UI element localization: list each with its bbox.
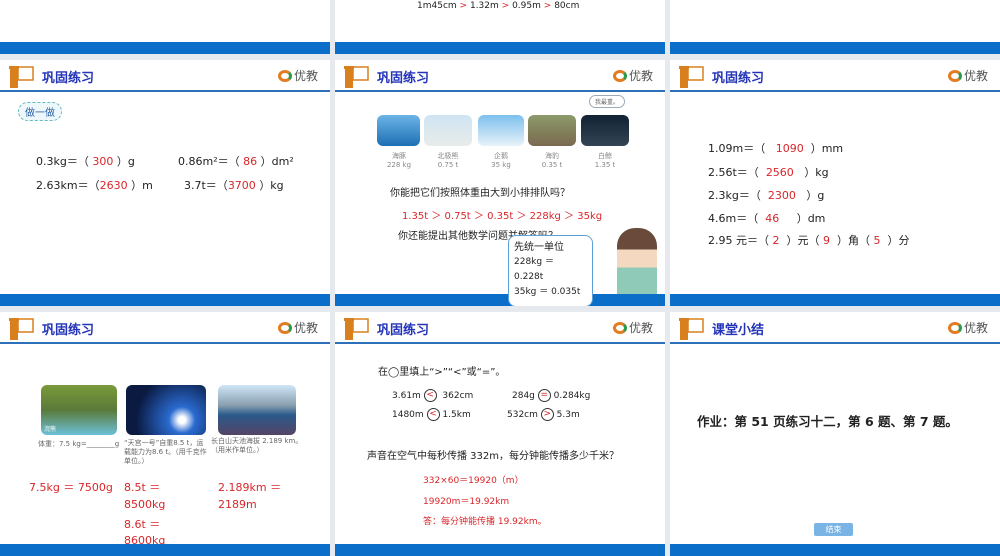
slide-bottom-bar (0, 42, 330, 54)
exercise-row: 2.56t＝（ 2560 ）kg (708, 166, 829, 179)
slide-bottom-bar (670, 294, 1000, 306)
comparison-line: 1m45cm > 1.32m > 0.95m > 80cm (417, 1, 580, 11)
slide-header: 巩固练习 优教 (335, 312, 665, 344)
teacher-logo-icon (679, 66, 704, 88)
spacecraft-image (126, 385, 206, 435)
polar-bear-image (424, 115, 472, 146)
brand-logo: 优教 (277, 319, 318, 336)
slide-bottom-bar (335, 544, 665, 556)
animal-caption: 北极熊 0.75 t (437, 152, 459, 169)
brand-logo: 优教 (277, 67, 318, 84)
raccoon-image: 浣熊 (41, 385, 117, 435)
brand-swirl-icon (612, 69, 627, 82)
teacher-logo-icon (9, 318, 34, 340)
slide-header: 巩固练习 优教 (335, 60, 665, 92)
slide-practice-4[interactable]: 巩固练习 优教 浣熊 体重：7.5 kg=________g “天宫一号”自重8… (0, 312, 330, 556)
slide-practice-5[interactable]: 巩固练习 优教 在◯里填上“>”“<”或“=”。 3.61m < 362cm 2… (335, 312, 665, 556)
answer-text: 8.6t ＝ (124, 518, 161, 531)
brand-swirl-icon (947, 321, 962, 334)
teacher-logo-icon (344, 318, 369, 340)
exercise-row: 0.86m²＝（ 86 ）dm² (178, 155, 294, 168)
compare-item: 3.61m < 362cm (392, 389, 474, 402)
dolphin-image (377, 115, 420, 146)
exercise-row-money: 2.95 元＝（ 2 ）元（ 9 ）角（ 5 ）分 (708, 234, 910, 247)
penguin-image (478, 115, 524, 146)
slide-bottom-bar (0, 294, 330, 306)
answer-text: 8.5t ＝ (124, 481, 161, 494)
slide-title: 课堂小结 (712, 323, 765, 338)
exercise-row: 2.3kg＝（ 2300 ）g (708, 189, 825, 202)
problem-text: 声音在空气中每秒传播 332m，每分钟能传播多少千米？ (367, 451, 620, 462)
slide-title: 巩固练习 (377, 323, 430, 338)
answer-text: 1.35t ＞ 0.75t ＞ 0.35t ＞ 228kg ＞ 35kg (402, 211, 603, 222)
slide-summary[interactable]: 课堂小结 优教 作业：第 51 页练习十二，第 6 题、第 7 题。 结束 (670, 312, 1000, 556)
teacher-logo-icon (344, 66, 369, 88)
slide-top-left[interactable] (0, 0, 330, 54)
slide-header: 课堂小结 优教 (670, 312, 1000, 344)
end-button[interactable]: 结束 (814, 523, 853, 536)
raccoon-caption: 体重：7.5 kg=________g (38, 440, 120, 448)
slide-bottom-bar (335, 294, 665, 306)
compare-item: 284g = 0.284kg (512, 389, 591, 402)
compare-item: 532cm > 5.3m (507, 408, 580, 421)
slide-top-right[interactable] (670, 0, 1000, 54)
slide-practice-3[interactable]: 巩固练习 优教 1.09m＝（ 1090 ）mm 2.56t＝（ 2560 ）k… (670, 60, 1000, 306)
speech-bubble-small: 我最重。 (589, 95, 626, 108)
exercise-row: 1.09m＝（ 1090 ）mm (708, 142, 844, 155)
answer-text: 2.189km ＝ (218, 481, 282, 494)
slide-bottom-bar (335, 42, 665, 54)
slide-title: 巩固练习 (377, 71, 430, 86)
brand-logo: 优教 (947, 319, 988, 336)
slide-top-middle[interactable]: 1m45cm > 1.32m > 0.95m > 80cm (335, 0, 665, 54)
homework-text: 作业：第 51 页练习十二，第 6 题、第 7 题。 (697, 414, 958, 429)
exercise-row: 0.3kg＝（ 300 ）g (36, 155, 135, 168)
answer-text: 8500kg (124, 498, 166, 511)
lake-caption: 长白山天池海拔 2.189 km。（用米作单位。） (211, 437, 303, 454)
slide-title: 巩固练习 (42, 71, 95, 86)
compare-item: 1480m < 1.5km (392, 408, 471, 421)
slide-header: 巩固练习 优教 (670, 60, 1000, 92)
girl-illustration (617, 228, 657, 300)
animal-caption: 海豚 228 kg (386, 152, 412, 169)
animal-caption: 企鹅 35 kg (491, 152, 511, 169)
brand-logo: 优教 (612, 319, 653, 336)
solution-line: 332×60＝19920（m） (423, 476, 524, 486)
slide-bottom-bar (670, 42, 1000, 54)
solution-line: 答：每分钟能传播 19.92km。 (423, 517, 547, 527)
instruction-text: 在◯里填上“>”“<”或“=”。 (378, 367, 506, 378)
hint-speech-bubble: 先统一单位 228kg ＝ 0.228t 35kg ＝ 0.035t (508, 235, 593, 306)
brand-logo: 优教 (612, 67, 653, 84)
beluga-image (581, 115, 629, 146)
solution-line: 19920m＝19.92km (423, 497, 510, 507)
exercise-row: 4.6m＝（ 46 ）dm (708, 212, 826, 225)
question-text: 你能把它们按照体重由大到小排排队吗？ (390, 188, 570, 199)
brand-swirl-icon (277, 69, 292, 82)
exercise-row: 3.7t＝（3700 ）kg (184, 179, 284, 192)
slide-title: 巩固练习 (712, 71, 765, 86)
seal-image (528, 115, 576, 146)
teacher-logo-icon (679, 318, 704, 340)
spacecraft-caption: “天宫一号”自重8.5 t，运载能力为8.6 t。（用千克作单位。） (124, 439, 207, 465)
animal-caption: 海豹 0.35 t (541, 152, 563, 169)
answer-text: 2189m (218, 498, 257, 511)
slide-bottom-bar (670, 544, 1000, 556)
slide-bottom-bar (0, 544, 330, 556)
brand-swirl-icon (947, 69, 962, 82)
teacher-logo-icon (9, 66, 34, 88)
slide-practice-2[interactable]: 巩固练习 优教 我最重。 海豚 228 kg 北极熊 0.75 t 企鹅 35 kg … (335, 60, 665, 306)
slide-header: 巩固练习 优教 (0, 60, 330, 92)
try-it-badge: 做一做 (18, 102, 62, 121)
brand-logo: 优教 (947, 67, 988, 84)
animal-caption: 白鲸 1.35 t (594, 152, 616, 169)
slide-header: 巩固练习 优教 (0, 312, 330, 344)
lake-image (218, 385, 296, 435)
brand-swirl-icon (612, 321, 627, 334)
exercise-row: 2.63km＝（2630 ）m (36, 179, 153, 192)
answer-text: 7.5kg ＝ 7500g (29, 481, 113, 494)
slide-title: 巩固练习 (42, 323, 95, 338)
brand-swirl-icon (277, 321, 292, 334)
slide-practice-1[interactable]: 巩固练习 优教 做一做 0.3kg＝（ 300 ）g 0.86m²＝（ 86 ）… (0, 60, 330, 306)
